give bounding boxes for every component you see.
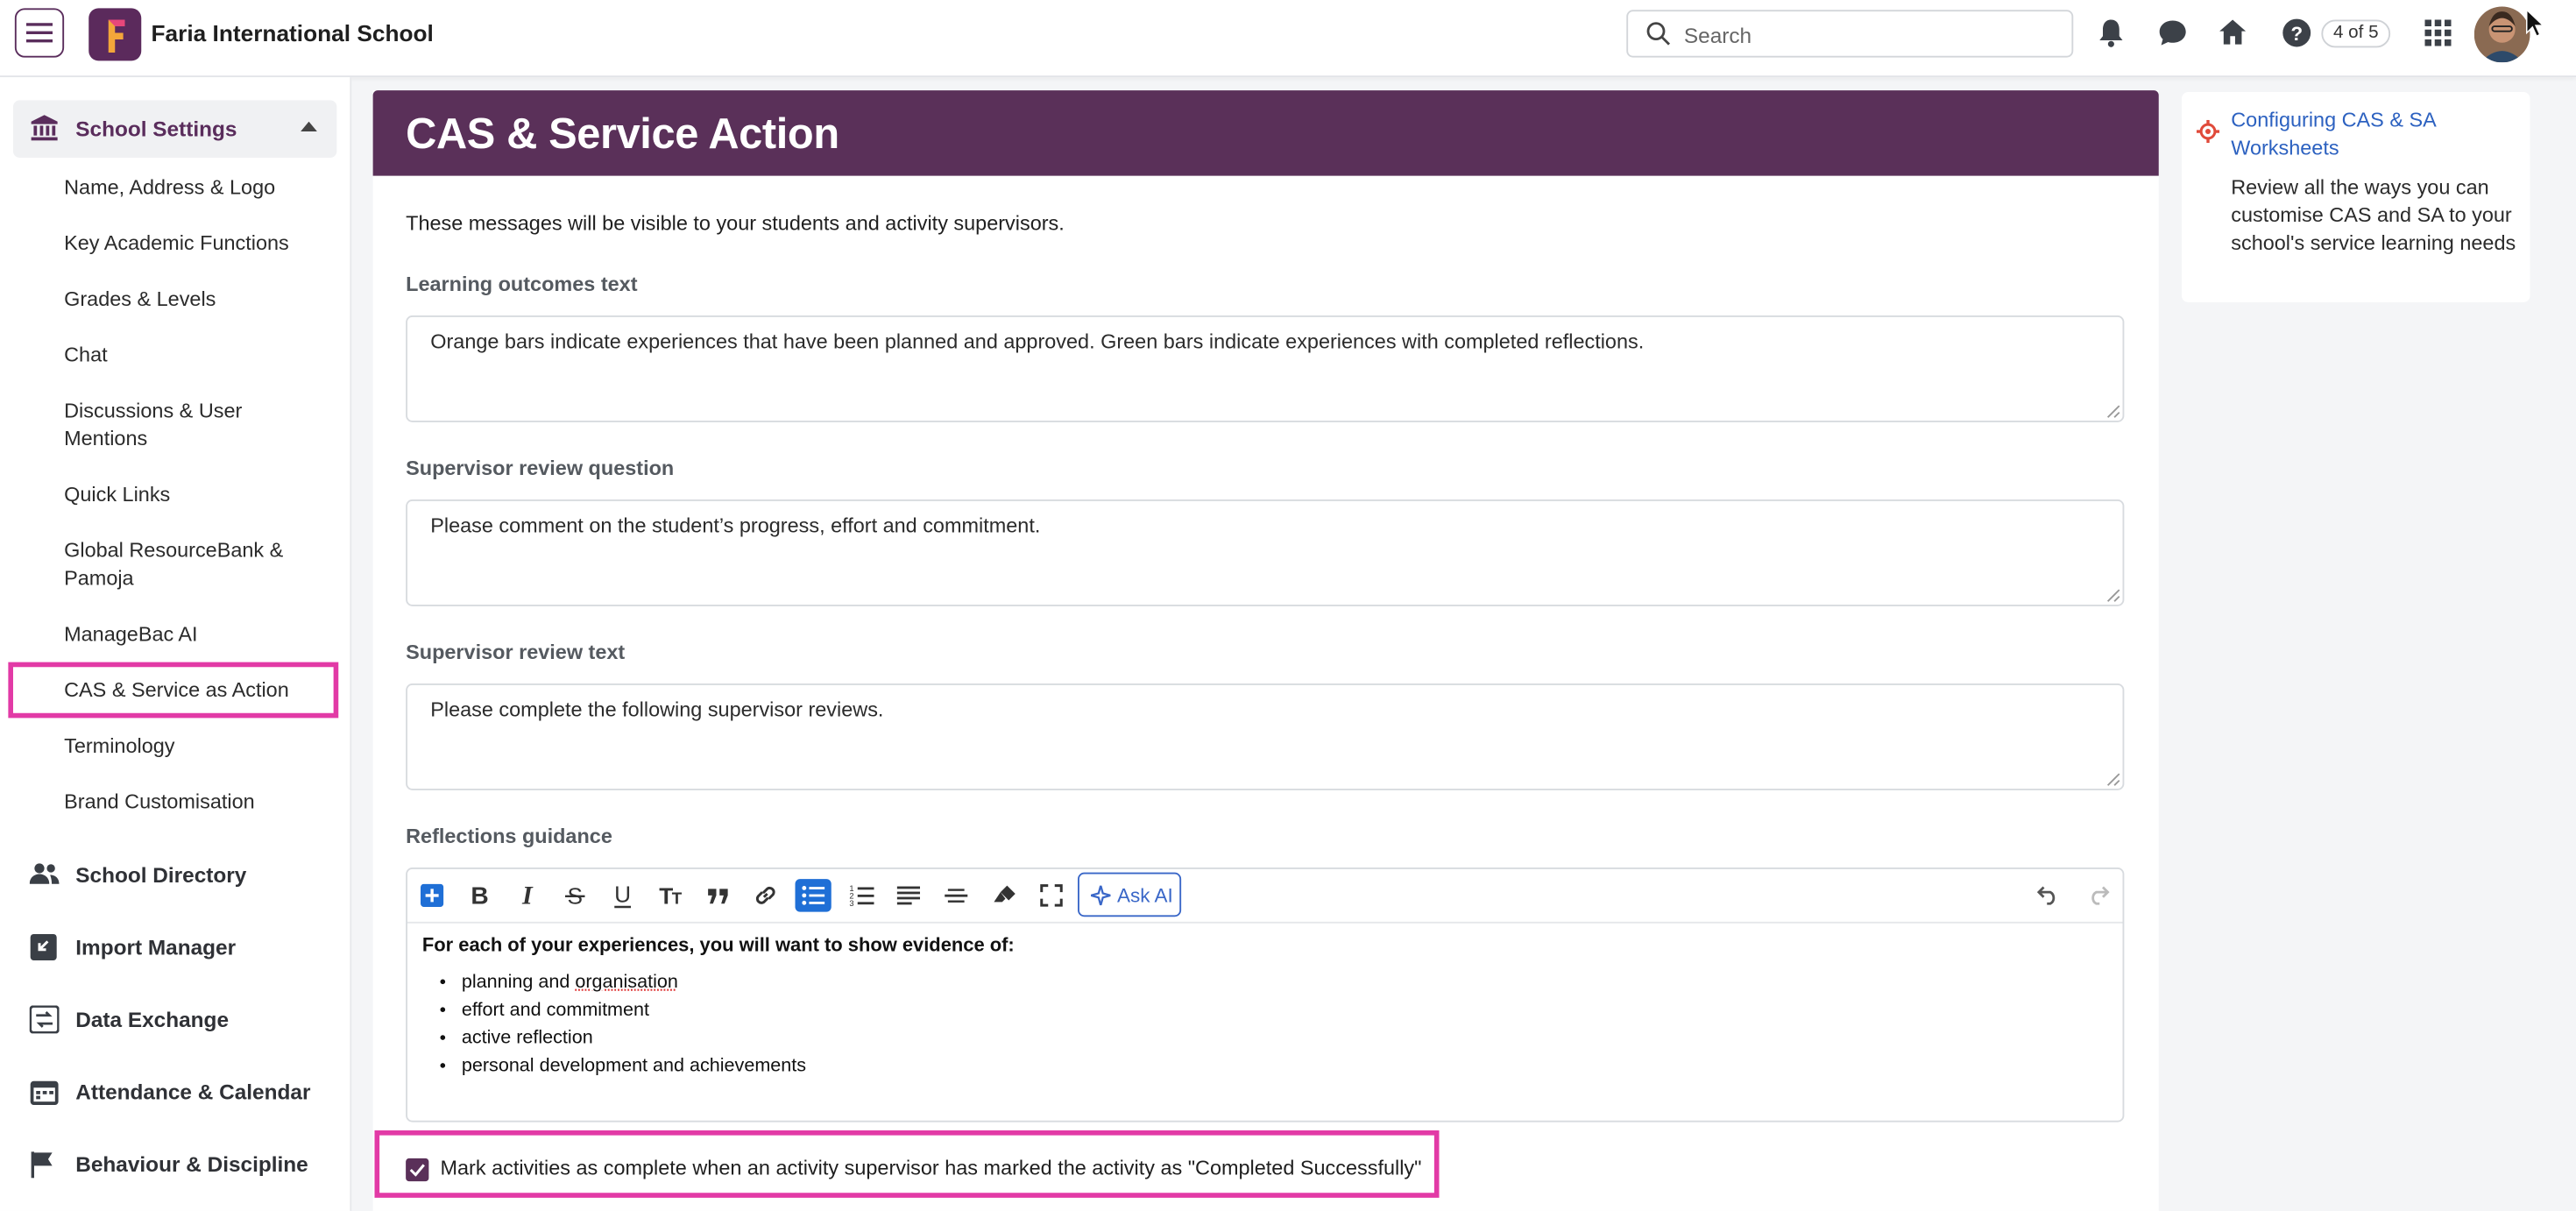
page-counter-badge: 4 of 5 (2321, 19, 2391, 48)
supervisor-review-text-textarea[interactable]: Please complete the following supervisor… (406, 683, 2125, 790)
sparkle-icon (1091, 885, 1111, 906)
help-link-configuring-cas[interactable]: Configuring CAS & SA Worksheets (2231, 107, 2518, 163)
calendar-icon (30, 1078, 60, 1106)
page-title: CAS & Service Action (406, 108, 839, 158)
supervisor-review-question-textarea[interactable]: Please comment on the student’s progress… (406, 499, 2125, 606)
checkbox-label: Mark activities as complete when an acti… (440, 1157, 1422, 1180)
sidebar: School Settings Name, Address & Logo Key… (0, 77, 352, 1211)
complete-activities-checkbox[interactable] (406, 1158, 429, 1182)
caret-up-icon[interactable] (301, 121, 317, 131)
menu-icon[interactable] (14, 8, 65, 58)
field-label-supervisor-review-text: Supervisor review text (406, 641, 626, 664)
clear-format-icon[interactable] (986, 879, 1022, 912)
learning-outcomes-textarea[interactable]: Orange bars indicate experiences that ha… (406, 315, 2125, 422)
import-icon (30, 933, 58, 961)
gear-icon (2196, 119, 2220, 144)
svg-text:I: I (521, 882, 534, 909)
help-card: Configuring CAS & SA Worksheets Review a… (2182, 92, 2530, 302)
sidebar-item-cas-service-as-action[interactable]: CAS & Service as Action (64, 677, 327, 705)
editor-bullet: planning and organisation (462, 969, 1015, 997)
redo-icon[interactable] (2080, 879, 2116, 912)
sidebar-section-label: School Settings (75, 117, 237, 142)
svg-text:3: 3 (848, 899, 853, 907)
link-icon[interactable] (747, 879, 783, 912)
svg-text:U: U (614, 882, 631, 908)
school-logo[interactable] (88, 8, 142, 61)
resize-grip-icon[interactable] (2106, 772, 2121, 787)
editor-bullet: personal development and achievements (462, 1053, 1015, 1081)
fullscreen-icon[interactable] (1033, 879, 1069, 912)
chat-icon[interactable] (2157, 18, 2189, 48)
search-box[interactable] (1626, 10, 2074, 58)
resize-grip-icon[interactable] (2106, 588, 2121, 603)
strikethrough-icon[interactable]: S (557, 879, 593, 912)
bold-icon[interactable]: B (462, 879, 498, 912)
page-header: CAS & Service Action (372, 90, 2159, 176)
italic-icon[interactable]: I (509, 879, 545, 912)
sidebar-item-quick-links[interactable]: Quick Links (64, 481, 327, 509)
quote-icon[interactable] (700, 879, 736, 912)
editor-content[interactable]: For each of your experiences, you will w… (422, 935, 1015, 1081)
school-name[interactable]: Faria International School (152, 20, 434, 46)
sidebar-item-global-resourcebank-pamoja[interactable]: Global ResourceBank & Pamoja (64, 537, 327, 593)
editor-bullet-list: planning and organisation effort and com… (422, 969, 1015, 1081)
sidebar-item-key-academic-functions[interactable]: Key Academic Functions (64, 230, 327, 258)
svg-text:?: ? (2290, 23, 2303, 45)
editor-toolbar: B I S U TT 123 Ask AI (407, 869, 2123, 924)
top-bar: Faria International School ? 4 of 5 (0, 0, 2576, 78)
search-icon (1646, 21, 1671, 46)
home-icon[interactable] (2218, 18, 2247, 46)
align-icon[interactable] (890, 879, 926, 912)
sidebar-item-brand-customisation[interactable]: Brand Customisation (64, 789, 327, 817)
flag-icon (30, 1151, 56, 1179)
apps-grid-icon[interactable] (2424, 19, 2452, 46)
insert-icon[interactable] (414, 879, 450, 912)
text-size-icon[interactable]: TT (652, 879, 688, 912)
svg-text:T: T (672, 889, 683, 907)
editor-bullet: effort and commitment (462, 997, 1015, 1025)
undo-icon[interactable] (2031, 879, 2067, 912)
help-description: Review all the ways you can customise CA… (2231, 175, 2516, 255)
editor-bullet: active reflection (462, 1025, 1015, 1053)
sidebar-item-grades-levels[interactable]: Grades & Levels (64, 286, 327, 314)
help-icon[interactable]: ? (2282, 18, 2311, 48)
cursor-icon (2525, 8, 2545, 38)
sidebar-item-chat[interactable]: Chat (64, 342, 327, 370)
intro-text: These messages will be visible to your s… (406, 211, 1065, 236)
horizontal-rule-icon[interactable] (938, 879, 974, 912)
user-avatar[interactable] (2473, 6, 2530, 63)
sidebar-item-managebac-ai[interactable]: ManageBac AI (64, 621, 327, 649)
field-label-supervisor-review-question: Supervisor review question (406, 457, 675, 480)
sidebar-item-name-address-logo[interactable]: Name, Address & Logo (64, 174, 327, 202)
bullet-list-icon[interactable] (795, 879, 832, 912)
search-input[interactable] (1681, 18, 2057, 53)
sidebar-section-school-settings[interactable]: School Settings (13, 100, 337, 158)
bell-icon[interactable] (2098, 18, 2124, 48)
resize-grip-icon[interactable] (2106, 404, 2121, 419)
field-label-learning-outcomes: Learning outcomes text (406, 273, 638, 296)
sidebar-item-terminology[interactable]: Terminology (64, 733, 327, 761)
data-exchange-icon (29, 1005, 60, 1034)
editor-heading: For each of your experiences, you will w… (421, 934, 1015, 957)
numbered-list-icon[interactable]: 123 (843, 879, 879, 912)
field-label-reflections-guidance: Reflections guidance (406, 825, 612, 848)
reflections-rich-text-editor[interactable]: B I S U TT 123 Ask AI For each of your e… (406, 868, 2125, 1122)
svg-text:B: B (471, 882, 488, 909)
sidebar-item-discussions-user-mentions[interactable]: Discussions & User Mentions (64, 398, 327, 454)
main-panel: CAS & Service Action These messages will… (372, 90, 2159, 1211)
bank-icon (30, 113, 60, 141)
underline-icon[interactable]: U (605, 879, 640, 912)
people-icon (29, 861, 60, 888)
ask-ai-button[interactable]: Ask AI (1078, 872, 1182, 917)
